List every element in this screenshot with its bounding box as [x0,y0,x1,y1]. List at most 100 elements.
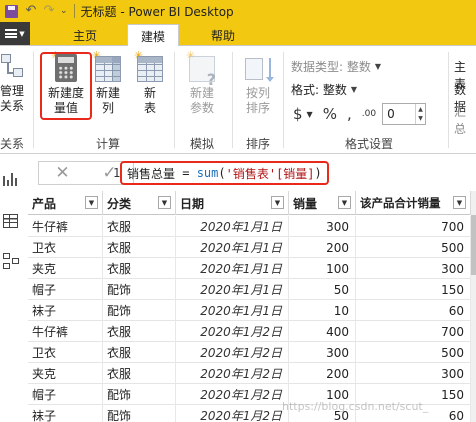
stepper-arrows-icon[interactable]: ▲ ▼ [415,104,425,124]
cell-date[interactable]: 2020年1月2日 [176,363,289,384]
decimal-places-stepper[interactable]: 0 ▲ ▼ [382,103,427,125]
cell-sales[interactable]: 10 [289,300,356,321]
redo-icon[interactable]: ↷ [42,4,56,18]
filter-dropdown-icon[interactable]: ▼ [85,196,98,209]
cell-product[interactable]: 牛仔裤 [28,321,103,342]
ribbon-divider [174,52,175,148]
cell-sales[interactable]: 200 [289,237,356,258]
cell-product-total[interactable]: 300 [356,363,471,384]
table-row[interactable]: 夹克 衣服 2020年1月1日 100 300 [28,258,476,279]
tab-home[interactable]: 主页 [68,24,102,46]
cell-category[interactable]: 衣服 [103,363,176,384]
filter-dropdown-icon[interactable]: ▼ [271,196,284,209]
cell-product[interactable]: 卫衣 [28,237,103,258]
column-header-category[interactable]: 分类 ▼ [103,191,176,215]
cell-product-total[interactable]: 500 [356,342,471,363]
column-header-label: 该产品合计销量 [360,196,441,210]
sort-by-column-button[interactable]: 按列 排序 [236,52,280,116]
table-row[interactable]: 牛仔裤 衣服 2020年1月1日 300 700 [28,216,476,237]
cell-sales[interactable]: 100 [289,258,356,279]
new-column-button[interactable]: ✳ 新建 列 [92,50,124,116]
chevron-down-icon[interactable]: ▼ [307,110,313,119]
undo-icon[interactable]: ↶ [24,4,38,18]
format-dropdown[interactable]: 格式: 整数 ▼ [291,81,357,98]
currency-icon[interactable]: $ [293,105,303,123]
table-row[interactable]: 夹克 衣服 2020年1月2日 200 300 [28,363,476,384]
new-column-label-1: 新建 [95,86,120,100]
cell-product[interactable]: 帽子 [28,279,103,300]
cell-sales[interactable]: 200 [289,363,356,384]
table-row[interactable]: 袜子 配饰 2020年1月1日 10 60 [28,300,476,321]
cell-date[interactable]: 2020年1月1日 [176,258,289,279]
cell-category[interactable]: 配饰 [103,405,176,422]
table-row[interactable]: 牛仔裤 衣服 2020年1月2日 400 700 [28,321,476,342]
cell-product-total[interactable]: 60 [356,300,471,321]
column-header-product[interactable]: 产品 ▼ [28,191,103,215]
cell-category[interactable]: 衣服 [103,321,176,342]
vertical-scrollbar[interactable] [471,191,476,422]
cell-date[interactable]: 2020年1月2日 [176,405,289,422]
cell-product-total[interactable]: 700 [356,216,471,237]
cell-date[interactable]: 2020年1月1日 [176,216,289,237]
cell-date[interactable]: 2020年1月1日 [176,237,289,258]
cell-category[interactable]: 衣服 [103,258,176,279]
cell-category[interactable]: 衣服 [103,342,176,363]
new-table-button[interactable]: ✳ 新 表 [134,50,166,116]
cell-sales[interactable]: 50 [289,279,356,300]
cell-sales[interactable]: 300 [289,342,356,363]
quick-access-dropdown-icon[interactable]: ⌄ [60,6,68,16]
column-header-label: 销量 [293,196,318,211]
tab-modeling[interactable]: 建模 [127,24,179,47]
cell-date[interactable]: 2020年1月2日 [176,321,289,342]
cell-date[interactable]: 2020年1月2日 [176,342,289,363]
cell-date[interactable]: 2020年1月1日 [176,300,289,321]
cell-category[interactable]: 配饰 [103,279,176,300]
cell-product-total[interactable]: 300 [356,258,471,279]
cell-product[interactable]: 袜子 [28,300,103,321]
column-header-date[interactable]: 日期 ▼ [176,191,289,215]
data-view-icon[interactable] [3,214,23,232]
filter-dropdown-icon[interactable]: ▼ [158,196,171,209]
data-type-dropdown[interactable]: 数据类型: 整数 ▼ [291,58,381,75]
tab-help[interactable]: 帮助 [206,24,240,46]
formula-bar: ✕ ✓ 1 销售总量 = sum('销售表'[销量]) [28,155,476,191]
cell-product[interactable]: 牛仔裤 [28,216,103,237]
filter-dropdown-icon[interactable]: ▼ [453,196,466,209]
cell-product-total[interactable]: 500 [356,237,471,258]
cell-date[interactable]: 2020年1月1日 [176,279,289,300]
scrollbar-thumb[interactable] [471,215,476,275]
cell-category[interactable]: 配饰 [103,300,176,321]
column-header-product-total[interactable]: 该产品合计销量 ▼ [356,191,471,215]
save-icon[interactable] [4,4,18,18]
cell-product[interactable]: 夹克 [28,258,103,279]
manage-relations-button[interactable]: 管理 关系 [0,52,28,114]
cell-product[interactable]: 袜子 [28,405,103,422]
cancel-icon[interactable]: ✕ [55,163,69,183]
percent-icon[interactable]: % [323,105,337,123]
cell-product[interactable]: 卫衣 [28,342,103,363]
cell-category[interactable]: 衣服 [103,237,176,258]
cell-sales[interactable]: 300 [289,216,356,237]
cell-sales[interactable]: 400 [289,321,356,342]
decimal-icon[interactable]: .00 [362,109,376,119]
column-header-sales[interactable]: 销量 ▼ [289,191,356,215]
filter-dropdown-icon[interactable]: ▼ [338,196,351,209]
cell-product-total[interactable]: 150 [356,279,471,300]
dax-formula-input[interactable]: 销售总量 = sum('销售表'[销量]) [120,161,329,185]
report-view-icon[interactable] [3,170,23,188]
file-menu-button[interactable]: ▼ [0,22,30,45]
cell-category[interactable]: 配饰 [103,384,176,405]
summarize-label[interactable]: 汇总 [454,103,476,137]
cell-product-total[interactable]: 700 [356,321,471,342]
relations-icon [0,52,25,80]
table-row[interactable]: 卫衣 衣服 2020年1月1日 200 500 [28,237,476,258]
new-parameter-button[interactable]: ✳ ? 新建 参数 [180,50,224,116]
cell-category[interactable]: 衣服 [103,216,176,237]
cell-product[interactable]: 帽子 [28,384,103,405]
cell-date[interactable]: 2020年1月2日 [176,384,289,405]
table-row[interactable]: 卫衣 衣服 2020年1月2日 300 500 [28,342,476,363]
model-view-icon[interactable] [3,253,23,271]
table-row[interactable]: 帽子 配饰 2020年1月1日 50 150 [28,279,476,300]
cell-product[interactable]: 夹克 [28,363,103,384]
comma-icon[interactable]: , [347,105,352,123]
